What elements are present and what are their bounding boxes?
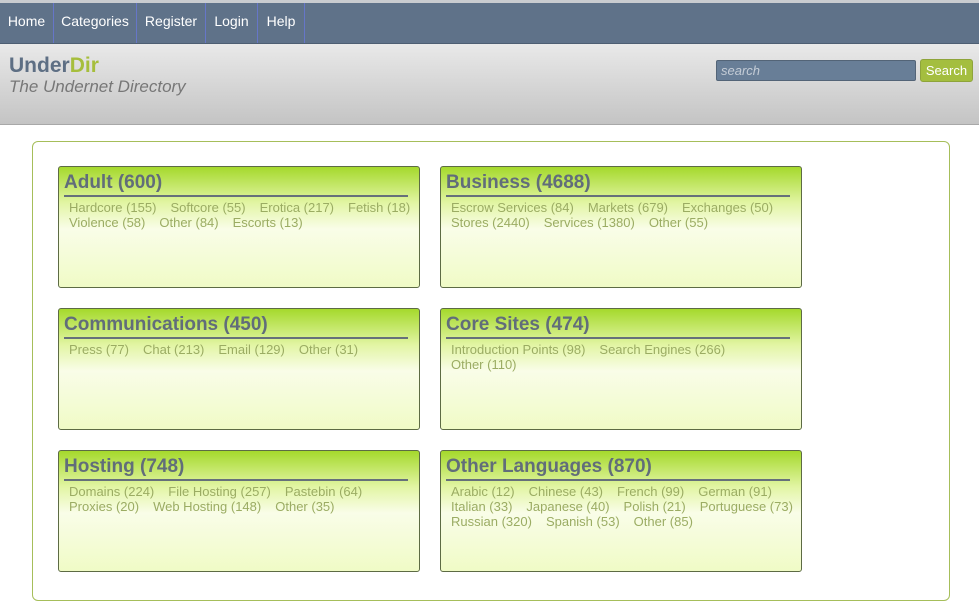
subcategory-link[interactable]: Polish (21) (624, 499, 686, 514)
subcategory-link[interactable]: German (91) (698, 484, 772, 499)
subcategory-link[interactable]: Domains (224) (69, 484, 154, 499)
subcategory-link[interactable]: Portuguese (73) (700, 499, 793, 514)
subcategory-link[interactable]: Web Hosting (148) (153, 499, 261, 514)
subcategory-link[interactable]: Escorts (13) (233, 215, 303, 230)
category-box: Other Languages (870) Arabic (12) Chinese … (440, 450, 802, 572)
subcategory-row: Other (110) (451, 357, 531, 372)
subcategory-link[interactable]: Chinese (43) (529, 484, 603, 499)
subcategory-link[interactable]: Arabic (12) (451, 484, 515, 499)
subcategory-row: Italian (33) Japanese (40) Polish (21) Port… (451, 499, 807, 514)
nav-categories[interactable]: Categories (54, 3, 137, 43)
subcategory-row: Domains (224) File Hosting (257) Pastebin … (69, 484, 376, 499)
nav-help[interactable]: Help (258, 3, 305, 43)
subcategory-link[interactable]: Exchanges (50) (682, 200, 773, 215)
subcategory-link[interactable]: Fetish (18) (348, 200, 410, 215)
site-logo[interactable]: UnderDir (9, 54, 99, 78)
search-input[interactable] (716, 60, 916, 81)
subcategory-link[interactable]: Hardcore (155) (69, 200, 156, 215)
subcategory-link[interactable]: Markets (679) (588, 200, 668, 215)
subcategory-link[interactable]: Italian (33) (451, 499, 512, 514)
subcategory-link[interactable]: Other (84) (159, 215, 218, 230)
subcategory-link[interactable]: Chat (213) (143, 342, 204, 357)
category-title[interactable]: Other Languages (870) (446, 456, 790, 481)
subcategory-row: Escrow Services (84) Markets (679) Exchang… (451, 200, 787, 215)
category-box: Communications (450) Press (77) Chat (213)… (58, 308, 420, 430)
subcategory-link[interactable]: Violence (58) (69, 215, 145, 230)
category-box: Hosting (748) Domains (224) File Hosting (… (58, 450, 420, 572)
subcategory-link[interactable]: File Hosting (257) (168, 484, 271, 499)
category-box: Core Sites (474) Introduction Points (98)… (440, 308, 802, 430)
subcategory-row: Arabic (12) Chinese (43) French (99) German… (451, 484, 786, 499)
category-title[interactable]: Core Sites (474) (446, 314, 790, 339)
subcategory-link[interactable]: French (99) (617, 484, 684, 499)
subcategory-row: Stores (2440) Services (1380) Other (55) (451, 215, 722, 230)
subcategory-link[interactable]: Japanese (40) (526, 499, 609, 514)
subcategory-row: Russian (320) Spanish (53) Other (85) (451, 514, 707, 529)
top-nav-bar: Home Categories Register Login Help (0, 3, 979, 44)
subcategory-link[interactable]: Other (55) (649, 215, 708, 230)
subcategory-link[interactable]: Services (1380) (544, 215, 635, 230)
subcategory-link[interactable]: Press (77) (69, 342, 129, 357)
search-button[interactable]: Search (920, 59, 973, 82)
subcategory-link[interactable]: Other (110) (451, 357, 517, 372)
subcategory-row: Hardcore (155) Softcore (55) Erotica (217)… (69, 200, 424, 215)
subcategory-link[interactable]: Proxies (20) (69, 499, 139, 514)
subcategory-link[interactable]: Spanish (53) (546, 514, 620, 529)
nav-home[interactable]: Home (0, 3, 54, 43)
subcategory-link[interactable]: Stores (2440) (451, 215, 530, 230)
subcategory-link[interactable]: Other (85) (634, 514, 693, 529)
subcategory-row: Violence (58) Other (84) Escorts (13) (69, 215, 317, 230)
nav-register[interactable]: Register (137, 3, 206, 43)
subcategory-row: Press (77) Chat (213) Email (129) Other (31… (69, 342, 372, 357)
subcategory-link[interactable]: Pastebin (64) (285, 484, 362, 499)
subcategory-link[interactable]: Other (35) (275, 499, 334, 514)
subcategory-link[interactable]: Email (129) (218, 342, 284, 357)
subcategory-link[interactable]: Erotica (217) (260, 200, 334, 215)
subcategory-link[interactable]: Escrow Services (84) (451, 200, 574, 215)
category-title[interactable]: Hosting (748) (64, 456, 408, 481)
subcategory-link[interactable]: Other (31) (299, 342, 358, 357)
logo-dir-text: Dir (69, 54, 99, 77)
site-header: UnderDir The Undernet Directory Search (0, 44, 979, 125)
subcategory-link[interactable]: Softcore (55) (170, 200, 245, 215)
site-tagline: The Undernet Directory (9, 77, 186, 96)
nav-login[interactable]: Login (206, 3, 258, 43)
subcategory-link[interactable]: Search Engines (266) (599, 342, 725, 357)
category-title[interactable]: Adult (600) (64, 172, 408, 197)
category-box: Business (4688) Escrow Services (84) Marke… (440, 166, 802, 288)
category-title[interactable]: Business (4688) (446, 172, 790, 197)
subcategory-row: Proxies (20) Web Hosting (148) Other (35) (69, 499, 348, 514)
category-box: Adult (600) Hardcore (155) Softcore (55) Er… (58, 166, 420, 288)
subcategory-link[interactable]: Russian (320) (451, 514, 532, 529)
subcategory-row: Introduction Points (98) Search Engines (… (451, 342, 739, 357)
category-title[interactable]: Communications (450) (64, 314, 408, 339)
logo-under-text: Under (9, 54, 70, 77)
subcategory-link[interactable]: Introduction Points (98) (451, 342, 585, 357)
